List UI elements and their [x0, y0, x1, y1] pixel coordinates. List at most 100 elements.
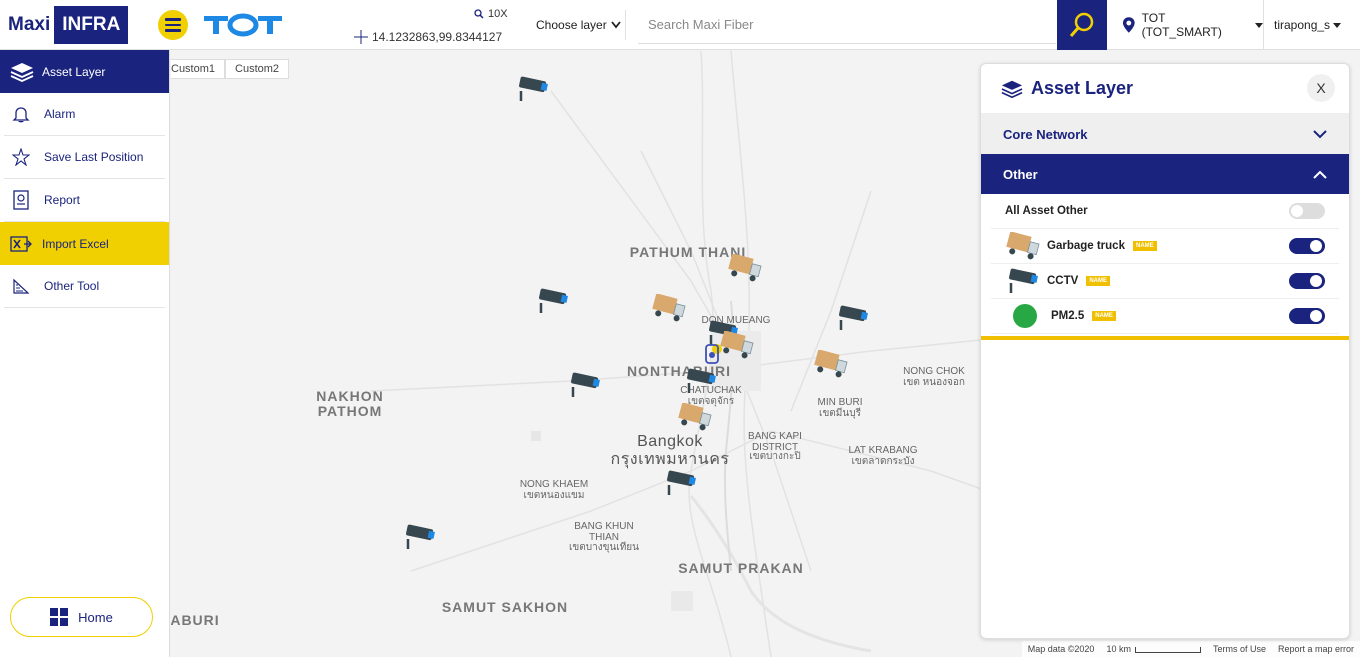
panel-title: Asset Layer [1031, 78, 1134, 98]
place-label: NONG KHAEM [519, 479, 589, 490]
sidebar: Asset Layer Alarm Save Last Position Rep… [0, 50, 170, 657]
choose-layer-label: Choose layer [536, 18, 607, 32]
cctv-marker-icon[interactable] [835, 304, 871, 332]
excel-icon [10, 234, 38, 254]
section-label: Other [1003, 166, 1038, 182]
sidebar-item-other-tool[interactable]: Other Tool [4, 265, 165, 308]
garbage-truck-marker-icon[interactable] [651, 294, 687, 322]
garbage-truck-marker-icon[interactable] [813, 350, 849, 378]
terms-link[interactable]: Terms of Use [1213, 644, 1266, 654]
star-icon [12, 147, 40, 167]
place-label-city: Bangkok [637, 433, 703, 450]
zoom-indicator: 10X [474, 8, 508, 20]
sidebar-item-report[interactable]: Report [4, 179, 165, 222]
logo-maxi-text: Maxi [8, 14, 51, 35]
name-badge[interactable]: NAME [1092, 311, 1116, 321]
chevron-down-icon [611, 21, 621, 29]
bell-icon [12, 104, 40, 124]
logo-infra-text: INFRA [54, 6, 129, 44]
sidebar-item-label: Alarm [44, 107, 76, 121]
coordinate-readout: 14.1232863,99.8344127 [354, 30, 502, 44]
place-label: SAMUT SAKHON [441, 599, 569, 615]
layer-row-garbage-truck: Garbage truck NAME [991, 229, 1339, 264]
name-badge[interactable]: NAME [1132, 241, 1157, 251]
current-location-pin-icon[interactable] [703, 343, 721, 365]
place-label-city-thai: กรุงเทพมหานคร [610, 451, 730, 468]
place-label: BANG KHUN THIAN [574, 521, 634, 543]
sidebar-item-alarm[interactable]: Alarm [4, 93, 165, 136]
place-label-thai: เขตบางขุนเทียน [569, 542, 639, 553]
location-pin-icon [1122, 17, 1135, 33]
sidebar-item-label: Import Excel [42, 236, 109, 251]
garbage-truck-marker-icon[interactable] [727, 254, 763, 282]
tab-custom1[interactable]: Custom1 [171, 59, 226, 79]
chevron-down-icon [1313, 129, 1327, 138]
all-asset-other-toggle[interactable] [1289, 203, 1325, 219]
pm25-toggle[interactable] [1289, 308, 1325, 324]
crosshair-icon [354, 30, 368, 44]
garbage-truck-toggle[interactable] [1289, 238, 1325, 254]
report-icon [12, 190, 40, 210]
choose-layer-dropdown[interactable]: Choose layer [536, 10, 626, 40]
place-label: LAT KRABANG [848, 445, 918, 456]
layer-name: All Asset Other [1005, 205, 1088, 217]
cctv-marker-icon[interactable] [535, 287, 571, 315]
place-label-thai: เขตบางกะปิ [749, 451, 801, 462]
map-scale-label: 10 km [1106, 644, 1131, 654]
layers-icon [1001, 80, 1023, 98]
place-label-thai: เขตมีนบุรี [819, 408, 861, 419]
coordinate-value: 14.1232863,99.8344127 [372, 30, 503, 44]
sidebar-item-label: Other Tool [44, 279, 100, 293]
name-badge[interactable]: NAME [1086, 276, 1110, 286]
place-label: ABURI [171, 612, 220, 628]
organization-dropdown[interactable]: TOT (TOT_SMART) [1116, 0, 1264, 50]
sidebar-item-label: Save Last Position [44, 150, 144, 164]
cctv-icon [1009, 268, 1038, 293]
user-dropdown[interactable]: tirapong_s [1266, 0, 1360, 50]
zoom-value: 10X [488, 8, 508, 20]
cctv-marker-icon[interactable] [515, 75, 551, 103]
section-other[interactable]: Other [981, 154, 1349, 194]
section-core-network[interactable]: Core Network [981, 114, 1349, 154]
sidebar-item-asset-layer[interactable]: Asset Layer [0, 50, 169, 93]
truck-icon [1006, 232, 1040, 260]
search-icon [1069, 12, 1094, 37]
tab-custom2[interactable]: Custom2 [225, 59, 290, 79]
report-map-error-link[interactable]: Report a map error [1278, 644, 1354, 654]
tot-logo [204, 13, 282, 37]
maxi-infra-logo[interactable]: Maxi INFRA [8, 6, 129, 44]
tool-icon [12, 276, 40, 296]
map-scale: 10 km [1106, 644, 1201, 654]
chevron-up-icon [1313, 170, 1327, 179]
search-button[interactable] [1057, 0, 1107, 50]
layer-name: CCTV [1047, 275, 1079, 287]
place-label: MIN BURI [817, 397, 863, 408]
grid-icon [50, 608, 69, 626]
place-label: BANG KAPI DISTRICT [748, 431, 802, 453]
menu-hamburger-button[interactable] [158, 10, 188, 40]
layers-icon [10, 62, 38, 82]
username-label: tirapong_s [1274, 18, 1331, 32]
search-input[interactable] [638, 6, 1056, 44]
cctv-toggle[interactable] [1289, 273, 1325, 289]
sidebar-item-save-last-position[interactable]: Save Last Position [4, 136, 165, 179]
garbage-truck-marker-icon[interactable] [719, 331, 755, 359]
map-footer: Map data ©2020 10 km Terms of Use Report… [1021, 641, 1360, 657]
place-label-thai: เขตลาดกระบัง [851, 456, 915, 467]
layer-row-pm25: PM2.5 NAME [991, 299, 1339, 334]
home-button[interactable]: Home [10, 597, 153, 637]
layer-name: PM2.5 [1051, 310, 1085, 322]
layer-row-cctv: CCTV NAME [991, 264, 1339, 299]
cctv-marker-icon[interactable] [663, 469, 699, 497]
panel-close-button[interactable]: X [1307, 74, 1335, 102]
cctv-marker-icon[interactable] [402, 523, 438, 551]
sidebar-item-import-excel[interactable]: Import Excel [0, 222, 169, 265]
pm25-dot-icon [1013, 304, 1037, 328]
place-label-thai: เขตหนองแขม [523, 490, 585, 501]
scale-bar [1134, 646, 1201, 653]
cctv-marker-icon[interactable] [683, 367, 719, 395]
panel-divider [981, 336, 1349, 340]
garbage-truck-marker-icon[interactable] [677, 403, 713, 431]
map-data-credit: Map data ©2020 [1027, 644, 1095, 654]
cctv-marker-icon[interactable] [567, 371, 603, 399]
